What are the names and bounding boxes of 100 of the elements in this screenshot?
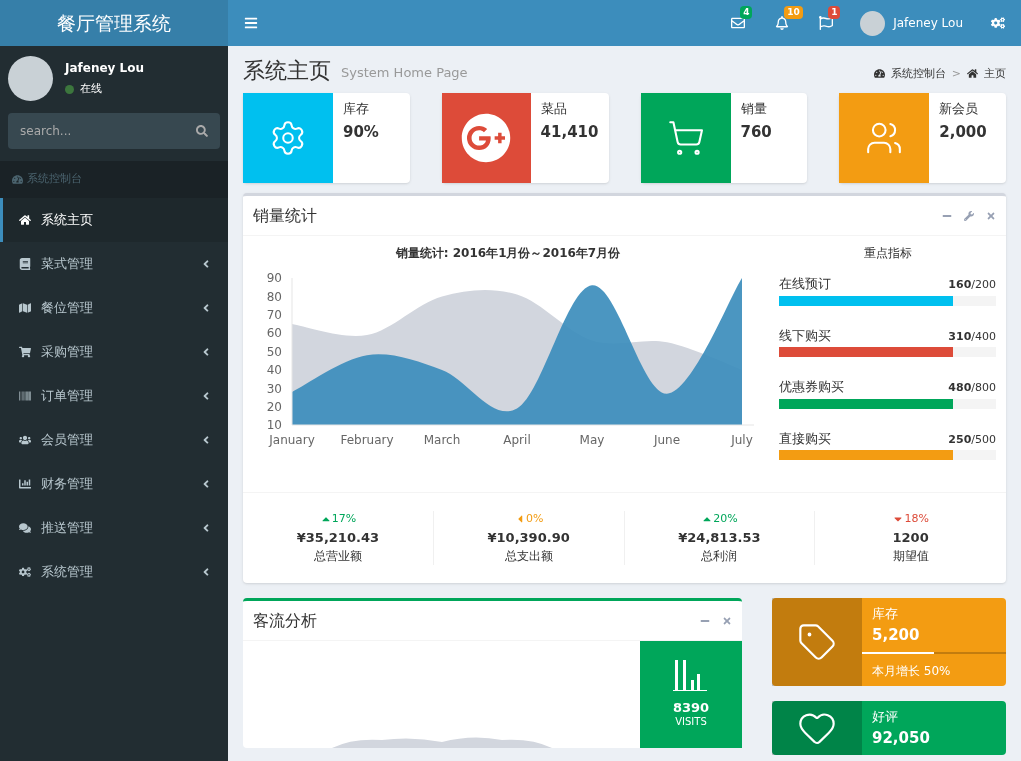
wrench-icon[interactable] xyxy=(964,210,974,221)
user-name: Jafeney Lou xyxy=(65,60,145,78)
chart-title: 销量统计: 2016年1月份～2016年7月份 xyxy=(395,245,621,262)
y-tick-label: 40 xyxy=(266,363,282,378)
x-tick-label: May xyxy=(579,433,605,447)
close-icon[interactable] xyxy=(722,615,732,626)
menu-item[interactable]: 系统管理 xyxy=(0,550,228,594)
breadcrumb-link[interactable]: 系统控制台 xyxy=(890,65,946,82)
bar-chart-icon xyxy=(19,478,31,490)
info-box-value: 760 xyxy=(740,121,772,143)
goal-label: 线下购买 xyxy=(779,326,831,345)
menu-item[interactable]: 系统主页 xyxy=(0,198,228,242)
barcode-icon xyxy=(19,390,31,402)
status-text: 在线 xyxy=(80,81,102,98)
y-tick-label: 20 xyxy=(266,399,282,414)
summary-label: 期望值 xyxy=(892,548,929,565)
cart-icon xyxy=(666,119,705,157)
chat-icon xyxy=(19,522,31,534)
x-tick-label: June xyxy=(653,433,681,447)
tag-icon xyxy=(797,622,837,662)
summary-amount: ¥10,390.90 xyxy=(487,528,570,547)
menu-item[interactable]: 菜式管理 xyxy=(0,242,228,286)
map-icon xyxy=(19,302,31,314)
menu-item[interactable]: 会员管理 xyxy=(0,418,228,462)
dashboard-icon xyxy=(873,68,885,80)
avatar xyxy=(860,10,886,36)
visits-label: VISITS xyxy=(675,716,707,729)
x-tick-label: January xyxy=(269,433,315,447)
book-icon xyxy=(19,258,31,270)
user-menu[interactable]: Jafeney Lou xyxy=(893,14,963,32)
info-box-value: 41,410 xyxy=(540,121,599,143)
goal-label: 直接购买 xyxy=(779,429,831,448)
count-badge: 4 xyxy=(740,6,753,19)
goal-label: 优惠券购买 xyxy=(779,378,844,396)
count-badge: 1 xyxy=(828,6,841,19)
gears-icon xyxy=(19,566,31,578)
menu-item[interactable]: 订单管理 xyxy=(0,374,228,418)
settings-icon xyxy=(991,16,1005,30)
menu-icon xyxy=(244,16,258,30)
y-tick-label: 50 xyxy=(266,344,282,359)
info-box-label: 菜品 xyxy=(540,100,568,118)
y-tick-label: 30 xyxy=(266,381,282,396)
summary-label: 总支出额 xyxy=(504,548,553,565)
x-tick-label: March xyxy=(423,433,461,447)
progress-box-label: 好评 xyxy=(871,708,899,726)
brand-logo[interactable]: 餐厅管理系统 xyxy=(0,0,228,46)
summary-amount: ¥35,210.43 xyxy=(296,528,379,547)
progress-box-note: 本月增长 50% xyxy=(871,663,952,680)
menu-item[interactable]: 财务管理 xyxy=(0,462,228,506)
info-box-label: 销量 xyxy=(740,100,768,118)
menu-item[interactable]: 餐位管理 xyxy=(0,286,228,330)
panel-title: 客流分析 xyxy=(253,609,318,632)
info-box-value: 2,000 xyxy=(939,121,987,143)
search-icon[interactable] xyxy=(196,125,208,137)
goals-title: 重点指标 xyxy=(863,245,912,262)
bell-icon xyxy=(775,16,790,30)
progress-box-value: 92,050 xyxy=(871,727,931,749)
home-icon xyxy=(967,68,978,80)
info-box-label: 新会员 xyxy=(939,100,980,118)
menu-item[interactable]: 推送管理 xyxy=(0,506,228,550)
count-badge: 10 xyxy=(784,6,803,19)
notification-button[interactable]: 1 xyxy=(804,0,849,46)
y-tick-label: 60 xyxy=(266,326,282,341)
page-title: 系统主页 xyxy=(243,60,331,82)
y-tick-label: 80 xyxy=(266,289,282,304)
x-tick-label: July xyxy=(731,433,753,447)
trend-percent: 18% xyxy=(904,511,929,527)
y-tick-label: 90 xyxy=(266,271,282,286)
info-box-label: 库存 xyxy=(343,100,370,118)
goal-value: 480/800 xyxy=(948,380,996,396)
x-tick-label: February xyxy=(340,433,394,447)
envelope-icon xyxy=(731,16,746,30)
summary-label: 总营业额 xyxy=(313,548,362,565)
search-field[interactable]: search... xyxy=(8,113,220,149)
menu-item[interactable]: 采购管理 xyxy=(0,330,228,374)
dashboard-icon xyxy=(12,174,23,185)
visits-count: 8390 xyxy=(672,700,710,717)
y-tick-label: 10 xyxy=(266,418,282,433)
progress-box-label: 库存 xyxy=(871,605,899,623)
page-subtitle: System Home Page xyxy=(341,63,468,82)
goal-value: 160/200 xyxy=(948,277,996,293)
goal-label: 在线预订 xyxy=(779,275,831,293)
summary-amount: 1200 xyxy=(892,528,929,547)
close-icon[interactable] xyxy=(986,210,996,221)
summary-label: 总利润 xyxy=(701,548,738,565)
panel-title: 销量统计 xyxy=(253,204,318,227)
info-box-value: 90% xyxy=(343,121,379,143)
section-header: 系统控制台 xyxy=(27,171,82,188)
goal-value: 310/400 xyxy=(948,328,996,345)
progress-box-value: 5,200 xyxy=(871,624,921,646)
trend-percent: 0% xyxy=(525,511,544,527)
avatar xyxy=(8,56,53,101)
g-plus-icon xyxy=(461,113,512,163)
users-icon xyxy=(19,434,31,446)
bar-chart-icon xyxy=(673,660,709,693)
home-icon xyxy=(19,214,31,226)
breadcrumb-separator: > xyxy=(951,65,961,82)
y-tick-label: 70 xyxy=(266,308,282,323)
x-tick-label: April xyxy=(503,433,531,447)
breadcrumb-current: 主页 xyxy=(984,65,1006,82)
